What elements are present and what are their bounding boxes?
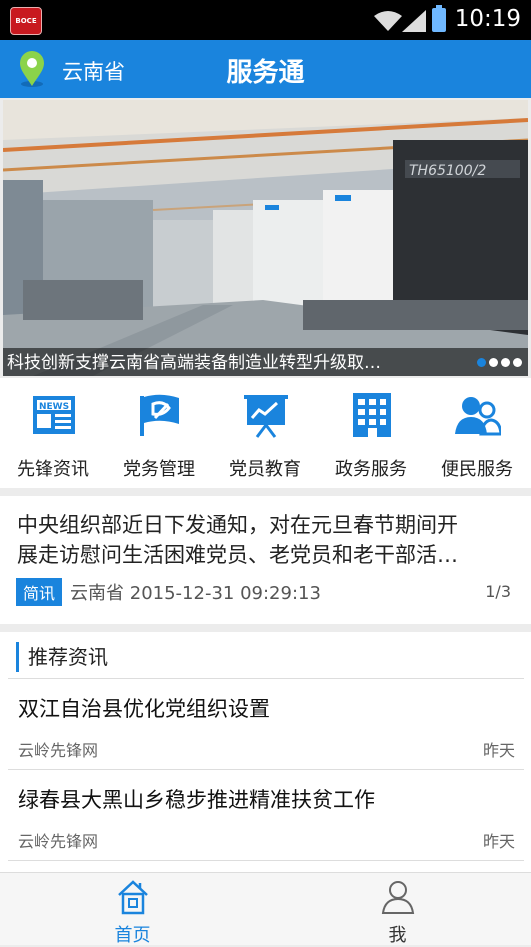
- carousel-dot[interactable]: [513, 358, 522, 367]
- presentation-board-icon: [244, 395, 288, 438]
- nav-item-education[interactable]: 党员教育: [212, 378, 318, 488]
- carousel-indicator: [477, 358, 522, 367]
- notice-source: 云南省 2015-12-31 09:29:13: [70, 583, 321, 604]
- svg-text:NEWS: NEWS: [39, 402, 69, 412]
- list-item[interactable]: 双江自治县优化党组织设置 云岭先锋网 昨天: [0, 679, 531, 769]
- recommend-section: 推荐资讯 双江自治县优化党组织设置 云岭先锋网 昨天 绿春县大黑山乡稳步推进精准…: [0, 632, 531, 872]
- article-source: 云岭先锋网: [18, 832, 99, 851]
- article-title: 绿春县大黑山乡稳步推进精准扶贫工作: [18, 788, 375, 812]
- battery-icon: [432, 5, 446, 32]
- cell-signal-icon: [402, 10, 426, 32]
- nav-item-gov-services[interactable]: 政务服务: [318, 378, 424, 488]
- notice-card[interactable]: 中央组织部近日下发通知，对在元旦春节期间开 展走访慰问生活困难党员、老党员和老干…: [0, 496, 531, 624]
- status-time: 10:19: [454, 6, 521, 32]
- app-bar: 云南省 服务通: [0, 40, 531, 98]
- banner-image: TH65100/2: [3, 100, 528, 376]
- notice-tag: 简讯: [16, 578, 63, 606]
- section-heading: 推荐资讯: [16, 642, 108, 672]
- category-nav: NEWS 先锋资讯 党务管理 党员教育 政务服务 便民服务: [0, 378, 531, 488]
- tab-label: 首页: [114, 925, 151, 946]
- article-source: 云岭先锋网: [18, 741, 99, 760]
- bottom-tab-bar: 首页 我: [0, 872, 531, 946]
- carousel-dot[interactable]: [489, 358, 498, 367]
- machine-model-label: TH65100/2: [409, 163, 486, 179]
- nav-item-party-affairs[interactable]: 党务管理: [106, 378, 212, 488]
- nav-label: 党员教育: [229, 459, 301, 480]
- banner-carousel[interactable]: TH65100/2 科技创新支撑云南省高端装备制造业转型升级取…: [3, 100, 528, 376]
- nav-label: 政务服务: [335, 459, 407, 480]
- carousel-dot[interactable]: [501, 358, 510, 367]
- notice-meta: 简讯 云南省 2015-12-31 09:29:13: [16, 578, 321, 606]
- home-icon: [118, 880, 148, 915]
- notice-page-indicator: 1/3: [485, 582, 511, 601]
- tab-me[interactable]: 我: [265, 873, 530, 946]
- news-icon: NEWS: [33, 396, 75, 434]
- nav-label: 党务管理: [123, 459, 195, 480]
- users-icon: [455, 397, 501, 436]
- divider: [8, 860, 524, 861]
- article-date: 昨天: [482, 832, 515, 851]
- list-item[interactable]: 绿春县大黑山乡稳步推进精准扶贫工作 云岭先锋网 昨天: [0, 770, 531, 860]
- wifi-icon: [374, 11, 402, 31]
- person-icon: [381, 881, 415, 914]
- page-title: 服务通: [226, 58, 305, 88]
- notice-line: 中央组织部近日下发通知，对在元旦春节期间开: [17, 513, 458, 537]
- nav-label: 便民服务: [441, 459, 513, 480]
- article-date: 昨天: [482, 741, 515, 760]
- tab-home[interactable]: 首页: [0, 873, 265, 946]
- banner-caption[interactable]: 科技创新支撑云南省高端装备制造业转型升级取…: [7, 348, 381, 373]
- tab-label: 我: [388, 925, 407, 946]
- notice-line: 展走访慰问生活困难党员、老党员和老干部活…: [17, 543, 458, 567]
- party-flag-icon: [140, 394, 179, 436]
- article-title: 双江自治县优化党组织设置: [18, 697, 270, 721]
- carousel-dot[interactable]: [477, 358, 486, 367]
- building-icon: [353, 393, 391, 437]
- notice-text: 中央组织部近日下发通知，对在元旦春节期间开 展走访慰问生活困难党员、老党员和老干…: [17, 510, 517, 570]
- nav-item-public-services[interactable]: 便民服务: [424, 378, 530, 488]
- status-bar: BOCE 10:19: [0, 0, 531, 40]
- nav-label: 先锋资讯: [17, 459, 89, 480]
- nav-item-news[interactable]: NEWS 先锋资讯: [0, 378, 106, 488]
- app-notification-icon: BOCE: [10, 7, 42, 35]
